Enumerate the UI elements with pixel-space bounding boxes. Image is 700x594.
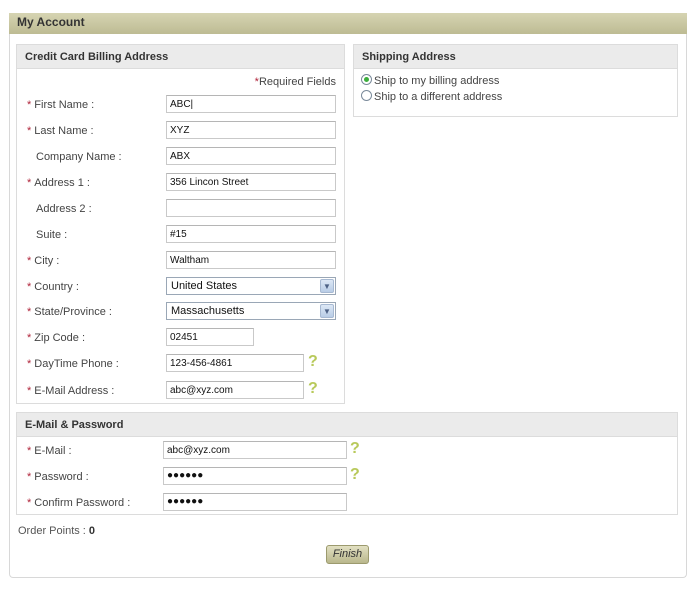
ship-to-different-option[interactable]: Ship to a different address — [361, 90, 502, 103]
first-name-label: * First Name : — [27, 99, 95, 111]
email-password-panel: E-Mail & Password * E-Mail : abc@xyz.com … — [16, 412, 678, 515]
email-address-row: * E-Mail Address : abc@xyz.com ? — [17, 380, 344, 401]
finish-button[interactable]: Finish — [326, 545, 369, 564]
order-points-label: Order Points : — [18, 525, 86, 537]
password-input[interactable]: ●●●●●● — [163, 467, 347, 485]
help-icon[interactable]: ? — [350, 440, 360, 458]
shipping-address-panel: Shipping Address Ship to my billing addr… — [353, 44, 678, 117]
first-name-input[interactable]: ABC| — [166, 95, 336, 113]
ship-to-billing-label: Ship to my billing address — [374, 75, 500, 87]
address1-row: * Address 1 : 356 Lincon Street — [17, 173, 344, 193]
help-icon[interactable]: ? — [308, 353, 318, 371]
suite-row: Suite : #15 — [17, 225, 344, 245]
company-name-input[interactable]: ABX — [166, 147, 336, 165]
address2-input[interactable] — [166, 199, 336, 217]
order-points-value: 0 — [88, 525, 96, 537]
required-fields-note: *Required Fields — [255, 76, 336, 88]
ship-to-different-label: Ship to a different address — [374, 91, 503, 103]
state-select-value: Massachusetts — [171, 305, 245, 317]
address2-label: Address 2 : — [36, 203, 92, 215]
login-email-label: * E-Mail : — [27, 445, 72, 457]
country-label: * Country : — [27, 281, 79, 293]
radio-unselected-icon[interactable] — [361, 90, 372, 101]
zip-label: * Zip Code : — [27, 332, 86, 344]
last-name-row: * Last Name : XYZ — [17, 121, 344, 141]
zip-input[interactable]: 02451 — [166, 328, 254, 346]
first-name-row: * First Name : ABC| — [17, 95, 344, 115]
state-select[interactable]: Massachusetts ▼ — [166, 302, 336, 320]
city-input[interactable]: Waltham — [166, 251, 336, 269]
confirm-password-label: * Confirm Password : — [27, 497, 131, 509]
suite-input[interactable]: #15 — [166, 225, 336, 243]
page-title: My Account — [9, 13, 687, 34]
email-address-label: * E-Mail Address : — [27, 385, 115, 397]
chevron-down-icon[interactable]: ▼ — [320, 304, 334, 318]
company-name-label: Company Name : — [36, 151, 122, 163]
company-name-row: Company Name : ABX — [17, 147, 344, 167]
password-label: * Password : — [27, 471, 89, 483]
phone-row: * DayTime Phone : 123-456-4861 ? — [17, 353, 344, 374]
city-row: * City : Waltham — [17, 251, 344, 271]
password-row: * Password : ●●●●●● ? — [17, 466, 677, 487]
billing-panel-title: Credit Card Billing Address — [17, 45, 344, 69]
email-address-input[interactable]: abc@xyz.com — [166, 381, 304, 399]
country-row: * Country : United States ▼ — [17, 277, 344, 297]
chevron-down-icon[interactable]: ▼ — [320, 279, 334, 293]
ship-to-billing-option[interactable]: Ship to my billing address — [361, 74, 499, 87]
address2-row: Address 2 : — [17, 199, 344, 219]
state-label: * State/Province : — [27, 306, 112, 318]
phone-label: * DayTime Phone : — [27, 358, 119, 370]
address1-label: * Address 1 : — [27, 177, 90, 189]
email-password-panel-title: E-Mail & Password — [17, 413, 677, 437]
city-label: * City : — [27, 255, 60, 267]
radio-selected-icon[interactable] — [361, 74, 372, 85]
shipping-panel-title: Shipping Address — [354, 45, 677, 69]
help-icon[interactable]: ? — [350, 466, 360, 484]
suite-label: Suite : — [36, 229, 68, 241]
login-email-row: * E-Mail : abc@xyz.com ? — [17, 440, 677, 461]
billing-address-panel: Credit Card Billing Address *Required Fi… — [16, 44, 345, 404]
phone-input[interactable]: 123-456-4861 — [166, 354, 304, 372]
address1-input[interactable]: 356 Lincon Street — [166, 173, 336, 191]
country-select-value: United States — [171, 280, 238, 292]
zip-row: * Zip Code : 02451 — [17, 328, 344, 348]
last-name-label: * Last Name : — [27, 125, 94, 137]
state-row: * State/Province : Massachusetts ▼ — [17, 302, 344, 322]
confirm-password-row: * Confirm Password : ●●●●●● — [17, 493, 677, 513]
order-points: Order Points : 0 — [18, 525, 95, 537]
login-email-input[interactable]: abc@xyz.com — [163, 441, 347, 459]
last-name-input[interactable]: XYZ — [166, 121, 336, 139]
country-select[interactable]: United States ▼ — [166, 277, 336, 295]
confirm-password-input[interactable]: ●●●●●● — [163, 493, 347, 511]
required-note-text: Required Fields — [258, 76, 336, 88]
help-icon[interactable]: ? — [308, 380, 318, 398]
